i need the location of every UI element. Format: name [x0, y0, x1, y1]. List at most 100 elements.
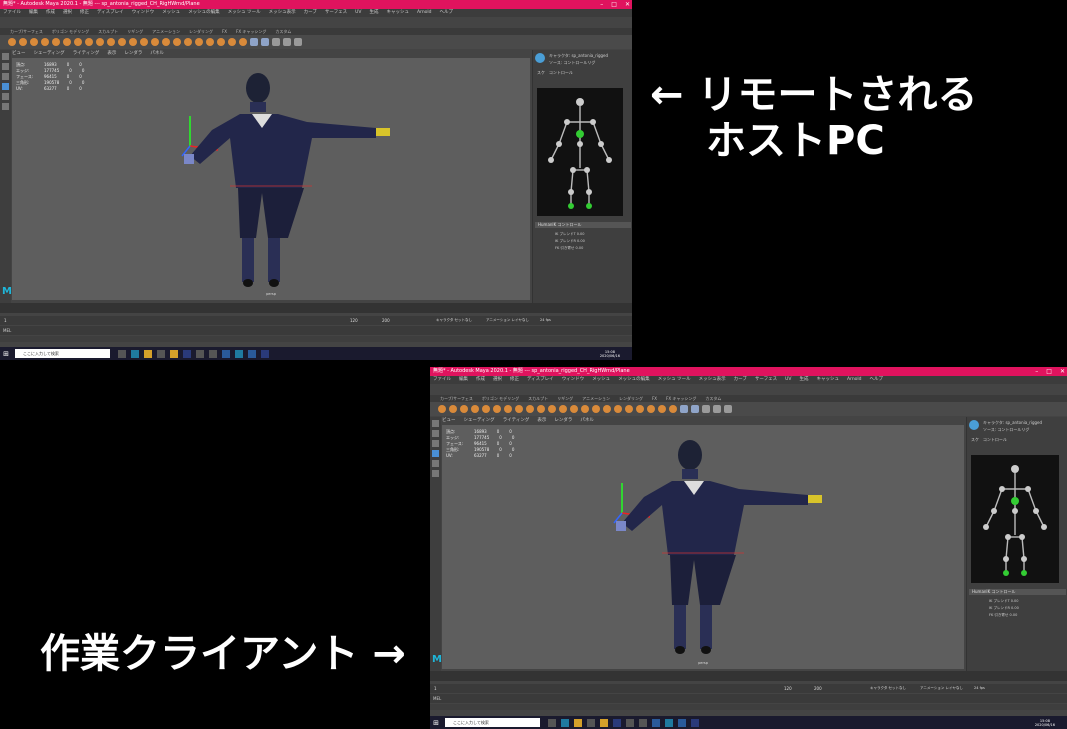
character-dropdown[interactable]: sp_antonia_rigged [1005, 420, 1042, 425]
move-tool-icon[interactable] [2, 83, 9, 90]
rotate-tool-icon[interactable] [2, 93, 9, 100]
scale-tool-icon[interactable] [2, 103, 9, 110]
shelf-tool-icon[interactable] [614, 405, 622, 413]
paint-select-icon[interactable] [432, 440, 439, 447]
menu-help[interactable]: ヘルプ [440, 10, 454, 15]
lasso-tool-icon[interactable] [432, 430, 439, 437]
menu-display[interactable]: ディスプレイ [527, 377, 554, 382]
edge-icon[interactable] [131, 349, 139, 358]
photoshop-icon[interactable] [261, 349, 269, 358]
humanik-skeleton-view[interactable] [537, 88, 623, 216]
shelf-tool-icon[interactable] [96, 38, 104, 46]
menu-curves[interactable]: カーブ [304, 10, 317, 15]
app-icon[interactable] [222, 349, 230, 358]
menu-mesh-display[interactable]: メッシュ表示 [699, 377, 726, 382]
explorer-icon[interactable] [144, 349, 152, 358]
shelf-tool-icon[interactable] [206, 38, 214, 46]
shelf-tab[interactable]: スカルプト [98, 29, 118, 34]
ik-blend-t-field[interactable]: 0.00 [577, 232, 585, 236]
scale-tool-icon[interactable] [432, 470, 439, 477]
viewport[interactable]: 頂点: 16893 0 0 エッジ: 177745 0 0 フェース: 96415 0 0 三角形… [12, 58, 530, 300]
vp-menu-lighting[interactable]: ライティング [73, 51, 100, 56]
photoshop-icon[interactable] [691, 718, 699, 727]
vp-menu-show[interactable]: 表示 [537, 418, 546, 423]
humanik-skeleton-view[interactable] [971, 455, 1059, 583]
vp-menu-renderer[interactable]: レンダラ [554, 418, 572, 423]
app-icon[interactable] [652, 718, 660, 727]
viewport[interactable]: 頂点: 16893 0 0 エッジ: 177745 0 0 フェース: 96415 0 0 三角形… [442, 425, 964, 669]
vp-menu-view[interactable]: ビュー [12, 51, 26, 56]
vp-menu-shading[interactable]: シェーディング [34, 51, 65, 56]
menu-display[interactable]: ディスプレイ [97, 10, 124, 15]
shelf-tool-icon[interactable] [195, 38, 203, 46]
task-view-icon[interactable] [118, 349, 126, 358]
shelf-tool-icon[interactable] [526, 405, 534, 413]
source-dropdown[interactable]: コントロールリグ [563, 60, 595, 65]
menu-arnold[interactable]: Arnold [417, 10, 432, 15]
menu-mesh-display[interactable]: メッシュ表示 [269, 10, 296, 15]
lasso-tool-icon[interactable] [2, 63, 9, 70]
shelf-tab[interactable]: リギング [127, 29, 143, 34]
maya-taskbar-icon[interactable] [235, 349, 243, 358]
menu-generate[interactable]: 生成 [799, 377, 808, 382]
shelf-tool-icon[interactable] [515, 405, 523, 413]
shelf-tool-icon[interactable] [63, 38, 71, 46]
time-slider[interactable] [0, 303, 632, 313]
menu-mesh[interactable]: メッシュ [162, 10, 180, 15]
shelf-tool-icon[interactable] [636, 405, 644, 413]
ik-blend-r-field[interactable]: 0.00 [577, 239, 585, 243]
shelf-tool-icon[interactable] [449, 405, 457, 413]
app-icon[interactable] [209, 349, 217, 358]
app-icon[interactable] [170, 349, 178, 358]
shelf-tool-icon[interactable] [570, 405, 578, 413]
shelf-tab[interactable]: アニメーション [582, 396, 610, 401]
shelf-tool-icon[interactable] [151, 38, 159, 46]
task-view-icon[interactable] [548, 718, 556, 727]
time-slider[interactable] [430, 671, 1067, 681]
rotate-tool-icon[interactable] [432, 460, 439, 467]
tab-controls[interactable]: コントロール [549, 70, 573, 75]
shelf-tab[interactable]: FX [222, 29, 227, 34]
menu-uv[interactable]: UV [785, 377, 791, 382]
menu-file[interactable]: ファイル [3, 10, 21, 15]
shelf-tab[interactable]: FX キャッシング [236, 29, 266, 34]
app-icon[interactable] [196, 349, 204, 358]
maya-taskbar-icon[interactable] [665, 718, 673, 727]
shelf-tab[interactable]: カスタム [275, 29, 291, 34]
menu-surfaces[interactable]: サーフェス [755, 377, 777, 382]
menu-cache[interactable]: キャッシュ [816, 377, 839, 382]
store-icon[interactable] [587, 718, 595, 727]
shelf-tool-icon[interactable] [702, 405, 710, 413]
shelf-tool-icon[interactable] [493, 405, 501, 413]
shelf-tool-icon[interactable] [691, 405, 699, 413]
shelf-tool-icon[interactable] [19, 38, 27, 46]
explorer-icon[interactable] [574, 718, 582, 727]
shelf-tab[interactable]: ポリゴン モデリング [482, 396, 519, 401]
menu-create[interactable]: 作成 [46, 10, 55, 15]
shelf-tool-icon[interactable] [680, 405, 688, 413]
shelf-tool-icon[interactable] [250, 38, 258, 46]
menu-generate[interactable]: 生成 [369, 10, 378, 15]
shelf-tool-icon[interactable] [548, 405, 556, 413]
menu-modify[interactable]: 修正 [510, 377, 519, 382]
menu-help[interactable]: ヘルプ [870, 377, 884, 382]
ik-blend-r-field[interactable]: 0.00 [1011, 606, 1019, 610]
app-icon[interactable] [626, 718, 634, 727]
range-slider[interactable]: 1 120 200 キャラクタ セットなし アニメーション レイヤなし 24 f… [0, 316, 632, 325]
shelf-tool-icon[interactable] [625, 405, 633, 413]
shelf-tool-icon[interactable] [228, 38, 236, 46]
humanik-controls-section[interactable]: HumanIK コントロール [969, 589, 1066, 595]
shelf-tool-icon[interactable] [107, 38, 115, 46]
shelf-tool-icon[interactable] [471, 405, 479, 413]
shelf-tool-icon[interactable] [8, 38, 16, 46]
shelf-tab[interactable]: カーブ/サーフェス [440, 396, 473, 401]
fps-dropdown[interactable]: 24 fps [540, 316, 551, 325]
shelf-tool-icon[interactable] [173, 38, 181, 46]
app-icon[interactable] [678, 718, 686, 727]
menu-edit-mesh[interactable]: メッシュの編集 [618, 377, 650, 382]
menu-surfaces[interactable]: サーフェス [325, 10, 347, 15]
shelf-tool-icon[interactable] [658, 405, 666, 413]
menu-windows[interactable]: ウィンドウ [562, 377, 585, 382]
shelf-tool-icon[interactable] [162, 38, 170, 46]
app-icon[interactable] [183, 349, 191, 358]
